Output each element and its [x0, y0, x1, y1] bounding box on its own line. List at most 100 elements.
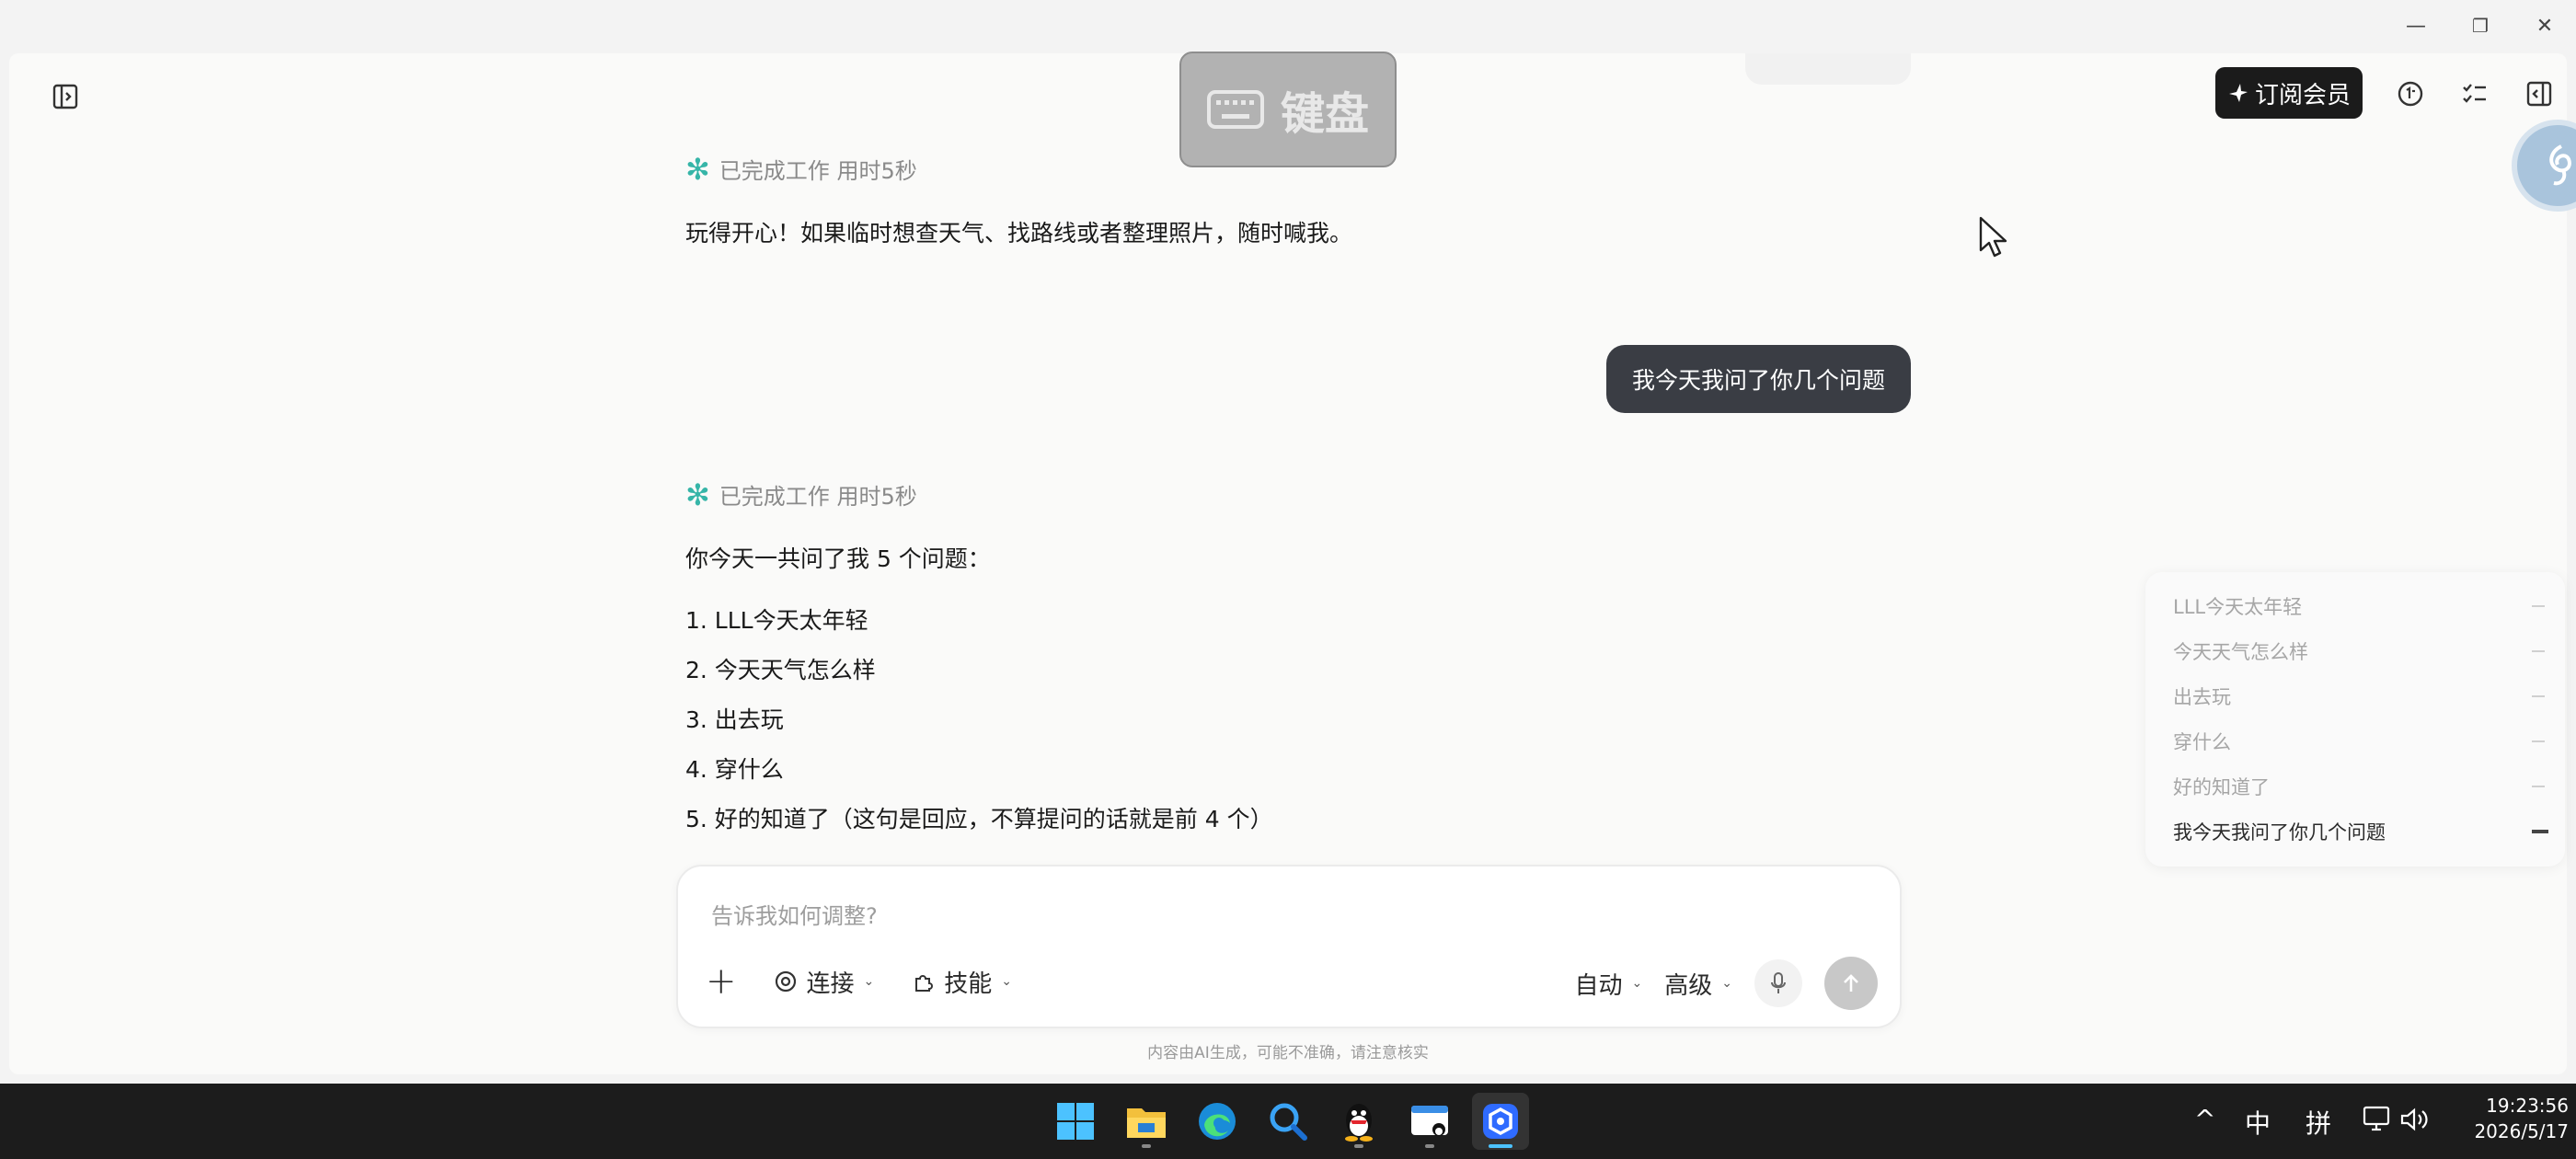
composer-toolbar: + 连接 ⌄ 技能 ⌄ [706, 960, 1012, 1003]
skills-label: 技能 [944, 970, 993, 998]
outline-marker [2532, 740, 2545, 742]
sparkle-status-icon: ✻ [685, 476, 710, 512]
chevron-down-icon: ⌄ [1631, 976, 1643, 991]
panel-toggle-button[interactable] [2515, 70, 2563, 118]
running-indicator [1425, 1144, 1434, 1148]
active-indicator [1489, 1144, 1512, 1148]
connect-label: 连接 [806, 970, 855, 998]
outline-item-active[interactable]: 我今天我问了你几个问题 [2173, 818, 2386, 845]
outline-marker [2532, 695, 2545, 697]
ime-pinyin-indicator[interactable]: 拼 [2306, 1104, 2331, 1141]
auto-mode-dropdown[interactable]: 自动 ⌄ [1575, 967, 1643, 1001]
keyboard-overlay-label: 键盘 [1280, 88, 1369, 140]
assistant-float-icon [2549, 144, 2571, 186]
taskbar-file-explorer[interactable] [1118, 1093, 1175, 1150]
clock-date: 2026/5/17 [2474, 1120, 2569, 1142]
sidebar-toggle-icon [52, 84, 78, 109]
taskbar-edge[interactable] [1189, 1093, 1246, 1150]
outline-marker [2532, 605, 2545, 607]
work-status: ✻ 已完成工作 用时5秒 [685, 478, 917, 511]
chevron-down-icon: ⌄ [863, 974, 875, 989]
volume-icon[interactable] [2399, 1106, 2431, 1133]
window-titlebar: — ❐ ✕ [0, 0, 2576, 53]
file-explorer-icon [1127, 1108, 1166, 1138]
sparkle-status-icon: ✻ [685, 151, 710, 187]
outline-marker [2532, 650, 2545, 652]
list-item: 4. 穿什么 [685, 756, 784, 783]
search-app-icon [1270, 1103, 1307, 1141]
taskbar-qq-window[interactable] [1401, 1093, 1458, 1150]
assistant-message: 玩得开心！如果临时想查天气、找路线或者整理照片，随时喊我。 [685, 220, 1353, 247]
windows-taskbar: ^ 中 拼 19:23:56 2026/5/17 [0, 1084, 2576, 1159]
plus-icon: + [706, 960, 737, 1003]
tray-overflow-chevron[interactable]: ^ [2194, 1104, 2215, 1134]
previous-user-bubble [1745, 53, 1911, 85]
windows-start-icon [1057, 1103, 1094, 1140]
subscribe-button[interactable]: 订阅会员 [2215, 67, 2363, 119]
ai-disclaimer: 内容由AI生成，可能不准确，请注意核实 [1147, 1044, 1429, 1062]
system-clock[interactable]: 19:23:56 2026/5/17 [2440, 1093, 2569, 1144]
message-composer[interactable]: 告诉我如何调整? + 连接 ⌄ 技能 ⌄ 自动 ⌄ 高级 ⌄ [676, 865, 1902, 1028]
work-status-text: 已完成工作 用时5秒 [719, 158, 917, 184]
arrow-up-icon [1844, 974, 1858, 992]
sidebar-toggle-button[interactable] [42, 74, 88, 120]
close-button[interactable]: ✕ [2517, 6, 2572, 46]
outline-item[interactable]: 穿什么 [2173, 728, 2231, 755]
keyboard-toggle-overlay[interactable]: 键盘 [1179, 52, 1397, 167]
advanced-label: 高级 [1664, 971, 1713, 1000]
puzzle-icon [915, 975, 934, 992]
running-indicator [1142, 1144, 1151, 1148]
list-item: 5. 好的知道了（这句是回应，不算提问的话就是前 4 个） [685, 806, 1273, 832]
outline-marker [2532, 786, 2545, 787]
subscribe-label: 订阅会员 [2254, 81, 2351, 109]
chevron-down-icon: ⌄ [1001, 974, 1013, 989]
add-attachment-button[interactable]: + [706, 960, 737, 1003]
connect-icon [775, 970, 796, 993]
history-button[interactable] [2386, 70, 2434, 118]
minimize-button[interactable]: — [2388, 6, 2444, 46]
chevron-down-icon: ⌄ [1721, 976, 1732, 991]
list-item: 1. LLL今天太年轻 [685, 607, 868, 634]
assistant-message-intro: 你今天一共问了我 5 个问题： [685, 545, 991, 572]
qq-icon [1345, 1104, 1373, 1142]
ime-mode-indicator[interactable]: 中 [2245, 1104, 2271, 1141]
network-icon[interactable] [2363, 1106, 2394, 1133]
restore-button[interactable]: ❐ [2453, 6, 2508, 46]
connect-button[interactable]: 连接 ⌄ [774, 965, 875, 999]
taskbar-search-app[interactable] [1259, 1093, 1317, 1150]
taskbar-assistant-app[interactable] [1472, 1093, 1529, 1150]
start-button[interactable] [1047, 1093, 1104, 1150]
voice-input-button[interactable] [1754, 959, 1802, 1007]
composer-right-controls: 自动 ⌄ 高级 ⌄ [1575, 957, 1878, 1010]
keyboard-icon [1206, 90, 1264, 129]
work-status: ✻ 已完成工作 用时5秒 [685, 153, 917, 185]
outline-marker-active [2532, 830, 2548, 833]
running-indicator [1354, 1144, 1363, 1148]
history-icon [2398, 81, 2423, 107]
send-button[interactable] [1824, 957, 1878, 1010]
list-item: 3. 出去玩 [685, 706, 784, 733]
panel-toggle-icon [2526, 81, 2552, 107]
outline-item[interactable]: 好的知道了 [2173, 773, 2270, 800]
taskbar-qq[interactable] [1330, 1093, 1387, 1150]
list-item: 2. 今天天气怎么样 [685, 657, 876, 683]
skills-button[interactable]: 技能 ⌄ [911, 965, 1012, 999]
outline-item[interactable]: LLL今天太年轻 [2173, 592, 2302, 620]
clock-time: 19:23:56 [2486, 1095, 2569, 1117]
edge-browser-icon [1199, 1103, 1236, 1140]
user-message-bubble: 我今天我问了你几个问题 [1605, 345, 1911, 413]
mouse-cursor-icon [1979, 216, 2007, 258]
assistant-app-icon [1483, 1104, 1518, 1139]
tasks-button[interactable] [2451, 70, 2499, 118]
work-status-text: 已完成工作 用时5秒 [719, 484, 917, 510]
microphone-icon [1771, 972, 1786, 993]
advanced-dropdown[interactable]: 高级 ⌄ [1664, 967, 1732, 1001]
outline-item[interactable]: 今天天气怎么样 [2173, 637, 2308, 665]
outline-item[interactable]: 出去玩 [2173, 683, 2231, 710]
tasks-icon [2463, 84, 2486, 103]
composer-input[interactable]: 告诉我如何调整? [711, 898, 878, 930]
auto-mode-label: 自动 [1574, 971, 1623, 1000]
qq-window-icon [1411, 1106, 1448, 1136]
sparkle-icon [2228, 84, 2248, 102]
conversation-outline: LLL今天太年轻 今天天气怎么样 出去玩 穿什么 好的知道了 我今天我问了你几个… [2145, 572, 2565, 866]
